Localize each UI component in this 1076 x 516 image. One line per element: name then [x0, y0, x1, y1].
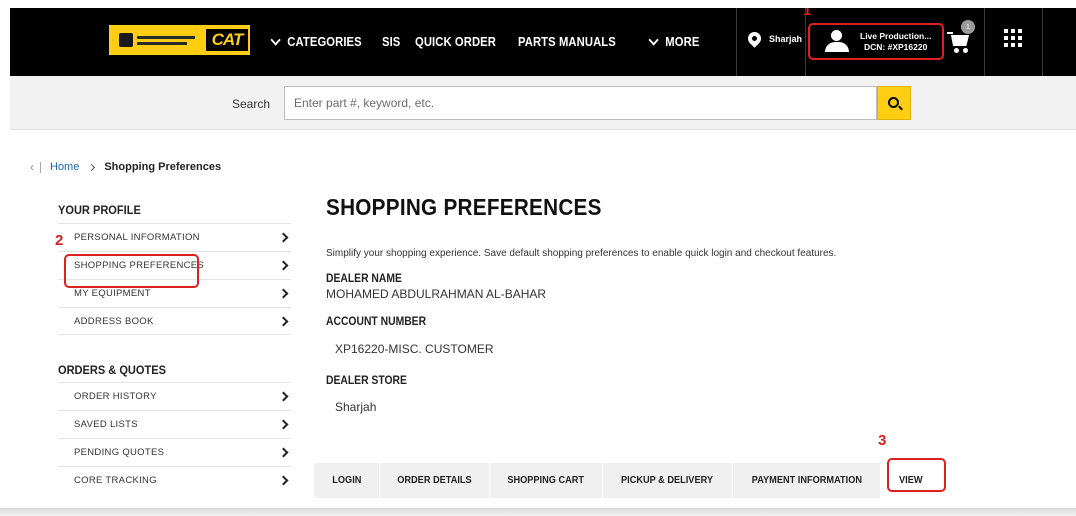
chevron-right-icon: [88, 163, 96, 171]
tab-login[interactable]: LOGIN: [314, 463, 380, 498]
chevron-right-icon: [278, 475, 289, 486]
orders-quotes-heading: ORDERS & QUOTES: [58, 363, 166, 377]
nav-divider: [984, 8, 985, 76]
sidebar-item-order-history[interactable]: ORDER HISTORY: [58, 382, 291, 410]
back-chevron-icon[interactable]: ‹: [30, 160, 34, 174]
nav-categories[interactable]: CATEGORIES: [270, 33, 362, 49]
search-input[interactable]: [284, 86, 877, 120]
bottom-shadow: [0, 508, 1076, 516]
chevron-down-icon: [648, 33, 659, 46]
breadcrumb: ‹ Home Shopping Preferences: [30, 160, 221, 174]
tab-payment-information[interactable]: PAYMENT INFORMATION: [733, 463, 881, 498]
nav-more[interactable]: MORE: [648, 33, 699, 49]
page-frame: CAT CATEGORIES SIS QUICK ORDER PARTS MAN…: [10, 8, 1076, 508]
intro-text: Simplify your shopping experience. Save …: [326, 248, 837, 259]
dealer-emblem-icon: [118, 33, 133, 47]
dealer-logo-mark: [109, 25, 204, 55]
nav-divider: [1042, 8, 1043, 76]
chevron-right-icon: [278, 260, 289, 271]
apps-grid-icon[interactable]: [1004, 29, 1022, 47]
nav-sis[interactable]: SIS: [382, 35, 400, 49]
tab-order-details[interactable]: ORDER DETAILS: [380, 463, 490, 498]
map-pin-icon: [745, 29, 764, 48]
breadcrumb-home-link[interactable]: Home: [50, 161, 79, 173]
tab-shopping-cart[interactable]: SHOPPING CART: [490, 463, 603, 498]
cat-logo: CAT: [206, 29, 248, 51]
sidebar-item-core-tracking[interactable]: CORE TRACKING: [58, 466, 291, 494]
cart-count-badge: 1: [961, 20, 975, 34]
main-nav: CATEGORIES SIS QUICK ORDER PARTS MANUALS…: [270, 8, 718, 76]
search-bar: Search: [10, 76, 1076, 130]
your-profile-heading: YOUR PROFILE: [58, 203, 141, 217]
breadcrumb-current: Shopping Preferences: [104, 161, 222, 173]
chevron-right-icon: [278, 447, 289, 458]
annotation-highlight-shopping-preferences: [64, 254, 199, 288]
chevron-right-icon: [278, 288, 289, 299]
nav-quick-order[interactable]: QUICK ORDER: [415, 35, 496, 49]
account-number-value: XP16220-MISC. CUSTOMER: [335, 342, 494, 356]
search-icon: [887, 96, 899, 108]
annotation-step-1: 1: [803, 8, 812, 19]
page-title: SHOPPING PREFERENCES: [326, 194, 602, 220]
search-button[interactable]: [877, 86, 911, 120]
chevron-right-icon: [278, 419, 289, 430]
dealer-logo[interactable]: CAT: [109, 25, 250, 55]
annotation-highlight-view-tab: [887, 458, 946, 492]
chevron-right-icon: [278, 232, 289, 243]
sidebar-item-personal-information[interactable]: PERSONAL INFORMATION: [58, 223, 291, 251]
annotation-step-3: 3: [878, 432, 887, 449]
chevron-right-icon: [278, 391, 289, 402]
chevron-down-icon: [270, 33, 281, 46]
annotation-step-2: 2: [55, 232, 64, 249]
sidebar-item-pending-quotes[interactable]: PENDING QUOTES: [58, 438, 291, 466]
dealer-store-label: DEALER STORE: [326, 375, 407, 387]
preferences-tabs: LOGIN ORDER DETAILS SHOPPING CART PICKUP…: [314, 463, 941, 498]
search-label: Search: [232, 97, 271, 111]
store-location-selector[interactable]: Sharjah: [745, 29, 802, 48]
sidebar-item-address-book[interactable]: ADDRESS BOOK: [58, 307, 291, 335]
sidebar-item-saved-lists[interactable]: SAVED LISTS: [58, 410, 291, 438]
annotation-highlight-user: [808, 23, 944, 60]
nav-divider: [736, 8, 737, 76]
dealer-store-value: Sharjah: [335, 400, 377, 414]
dealer-name-value: MOHAMED ABDULRAHMAN AL-BAHAR: [326, 287, 547, 301]
account-number-label: ACCOUNT NUMBER: [326, 316, 427, 328]
chevron-right-icon: [278, 316, 289, 326]
nav-parts-manuals[interactable]: PARTS MANUALS: [518, 35, 616, 49]
dealer-name-label: DEALER NAME: [326, 273, 402, 285]
tab-pickup-delivery[interactable]: PICKUP & DELIVERY: [603, 463, 733, 498]
